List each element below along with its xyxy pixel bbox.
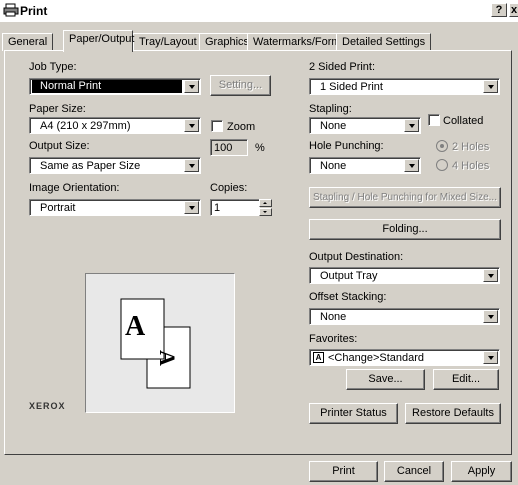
page-preview-icon [120, 298, 191, 389]
chevron-down-icon [184, 159, 199, 172]
stapling-select[interactable]: None [309, 117, 421, 134]
output-size-select[interactable]: Same as Paper Size [29, 157, 201, 174]
four-holes-label: 4 Holes [452, 160, 490, 172]
xerox-logo: XEROX [29, 401, 66, 411]
preview-rotated-letter: A [154, 350, 180, 366]
printer-status-button[interactable]: Printer Status [309, 403, 398, 424]
window-title: Print [20, 4, 48, 18]
title-bar: Print ? x [0, 0, 518, 22]
spin-down-icon[interactable] [259, 208, 272, 216]
preview-letter: A [125, 311, 146, 342]
zoom-percent-field[interactable]: 100 [210, 139, 248, 156]
copies-spinner[interactable] [259, 199, 272, 216]
paper-size-select[interactable]: A4 (210 x 297mm) [29, 117, 201, 134]
offset-stacking-label: Offset Stacking: [309, 291, 387, 303]
favorite-a-icon: A [313, 352, 324, 363]
favorites-select[interactable]: A <Change>Standard [309, 349, 500, 366]
tab-tray-layout[interactable]: Tray/Layout [133, 33, 203, 51]
chevron-down-icon [483, 80, 498, 93]
job-type-select[interactable]: Normal Print [29, 78, 201, 95]
chevron-down-icon [483, 269, 498, 282]
setting-button[interactable]: Setting... [210, 75, 271, 96]
zoom-checkbox[interactable] [211, 120, 223, 132]
zoom-percent-unit: % [255, 142, 265, 154]
chevron-down-icon [483, 310, 498, 323]
chevron-down-icon [184, 80, 199, 93]
orientation-label: Image Orientation: [29, 182, 120, 194]
save-favorite-button[interactable]: Save... [346, 369, 425, 390]
help-button[interactable]: ? [491, 3, 507, 17]
hole-punching-select[interactable]: None [309, 157, 421, 174]
restore-defaults-button[interactable]: Restore Defaults [405, 403, 501, 424]
copies-field[interactable]: 1 [210, 199, 260, 216]
cancel-button[interactable]: Cancel [384, 461, 444, 482]
stapling-label: Stapling: [309, 103, 352, 115]
job-type-label: Job Type: [29, 61, 77, 73]
copies-label: Copies: [210, 182, 248, 194]
orientation-select[interactable]: Portrait [29, 199, 201, 216]
mixed-size-button[interactable]: Stapling / Hole Punching for Mixed Size.… [309, 187, 501, 208]
two-holes-label: 2 Holes [452, 141, 490, 153]
edit-favorite-button[interactable]: Edit... [433, 369, 499, 390]
spin-up-icon[interactable] [259, 199, 272, 207]
favorites-label: Favorites: [309, 333, 358, 345]
two-holes-radio[interactable] [436, 140, 448, 152]
chevron-down-icon [483, 351, 498, 364]
paper-output-panel: Job Type: Normal Print Setting... Paper … [4, 50, 512, 455]
tab-detailed-settings[interactable]: Detailed Settings [336, 33, 432, 51]
zoom-label: Zoom [227, 121, 256, 133]
tab-general[interactable]: General [2, 33, 54, 51]
folding-button[interactable]: Folding... [309, 219, 501, 240]
apply-button[interactable]: Apply [451, 461, 512, 482]
print-button[interactable]: Print [309, 461, 378, 482]
offset-stacking-select[interactable]: None [309, 308, 500, 325]
four-holes-radio[interactable] [436, 159, 448, 171]
paper-size-label: Paper Size: [29, 103, 86, 115]
printer-icon [3, 3, 19, 17]
two-sided-label: 2 Sided Print: [309, 61, 376, 73]
collated-label: Collated [443, 115, 484, 127]
two-sided-select[interactable]: 1 Sided Print [309, 78, 500, 95]
hole-punching-label: Hole Punching: [309, 140, 384, 152]
output-size-label: Output Size: [29, 140, 90, 152]
output-destination-select[interactable]: Output Tray [309, 267, 500, 284]
output-destination-label: Output Destination: [309, 251, 404, 263]
chevron-down-icon [404, 119, 419, 132]
close-button[interactable]: x [509, 3, 518, 17]
chevron-down-icon [184, 201, 199, 214]
collated-checkbox[interactable] [428, 114, 440, 126]
tab-paper-output[interactable]: Paper/Output [63, 30, 134, 52]
layout-preview: A A [85, 273, 235, 413]
chevron-down-icon [184, 119, 199, 132]
chevron-down-icon [404, 159, 419, 172]
